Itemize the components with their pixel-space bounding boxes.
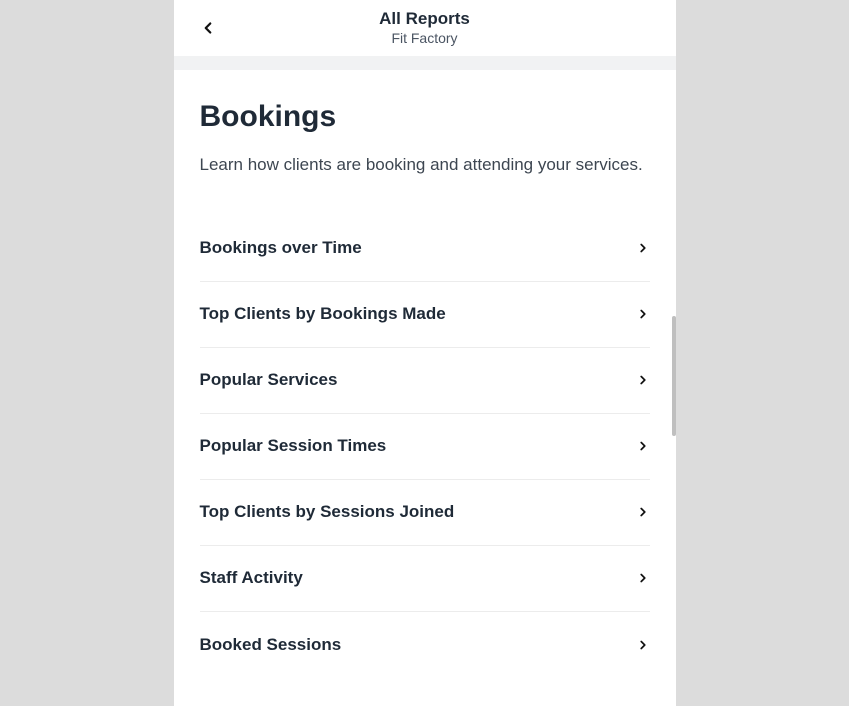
report-item-bookings-over-time[interactable]: Bookings over Time <box>200 216 650 282</box>
report-item-label: Popular Session Times <box>200 436 387 456</box>
header: All Reports Fit Factory <box>174 0 676 56</box>
header-subtitle: Fit Factory <box>379 30 470 47</box>
content: Bookings Learn how clients are booking a… <box>174 70 676 678</box>
chevron-right-icon <box>636 571 650 585</box>
chevron-right-icon <box>636 638 650 652</box>
chevron-right-icon <box>636 373 650 387</box>
report-item-top-clients-bookings[interactable]: Top Clients by Bookings Made <box>200 282 650 348</box>
report-item-label: Top Clients by Bookings Made <box>200 304 446 324</box>
report-item-label: Popular Services <box>200 370 338 390</box>
chevron-right-icon <box>636 439 650 453</box>
report-item-label: Top Clients by Sessions Joined <box>200 502 455 522</box>
chevron-right-icon <box>636 505 650 519</box>
chevron-right-icon <box>636 307 650 321</box>
chevron-left-icon <box>199 19 217 37</box>
section-description: Learn how clients are booking and attend… <box>200 152 650 178</box>
section-title: Bookings <box>200 100 650 134</box>
header-title: All Reports <box>379 9 470 29</box>
report-item-booked-sessions[interactable]: Booked Sessions <box>200 612 650 678</box>
report-item-label: Booked Sessions <box>200 635 342 655</box>
report-item-label: Staff Activity <box>200 568 303 588</box>
report-item-popular-services[interactable]: Popular Services <box>200 348 650 414</box>
chevron-right-icon <box>636 241 650 255</box>
report-list: Bookings over Time Top Clients by Bookin… <box>200 216 650 678</box>
report-item-top-clients-sessions[interactable]: Top Clients by Sessions Joined <box>200 480 650 546</box>
report-item-staff-activity[interactable]: Staff Activity <box>200 546 650 612</box>
report-item-popular-session-times[interactable]: Popular Session Times <box>200 414 650 480</box>
report-item-label: Bookings over Time <box>200 238 362 258</box>
separator-bar <box>174 56 676 70</box>
scrollbar-thumb[interactable] <box>672 316 676 436</box>
header-titles: All Reports Fit Factory <box>379 9 470 47</box>
app-screen: All Reports Fit Factory Bookings Learn h… <box>174 0 676 706</box>
back-button[interactable] <box>194 14 222 42</box>
